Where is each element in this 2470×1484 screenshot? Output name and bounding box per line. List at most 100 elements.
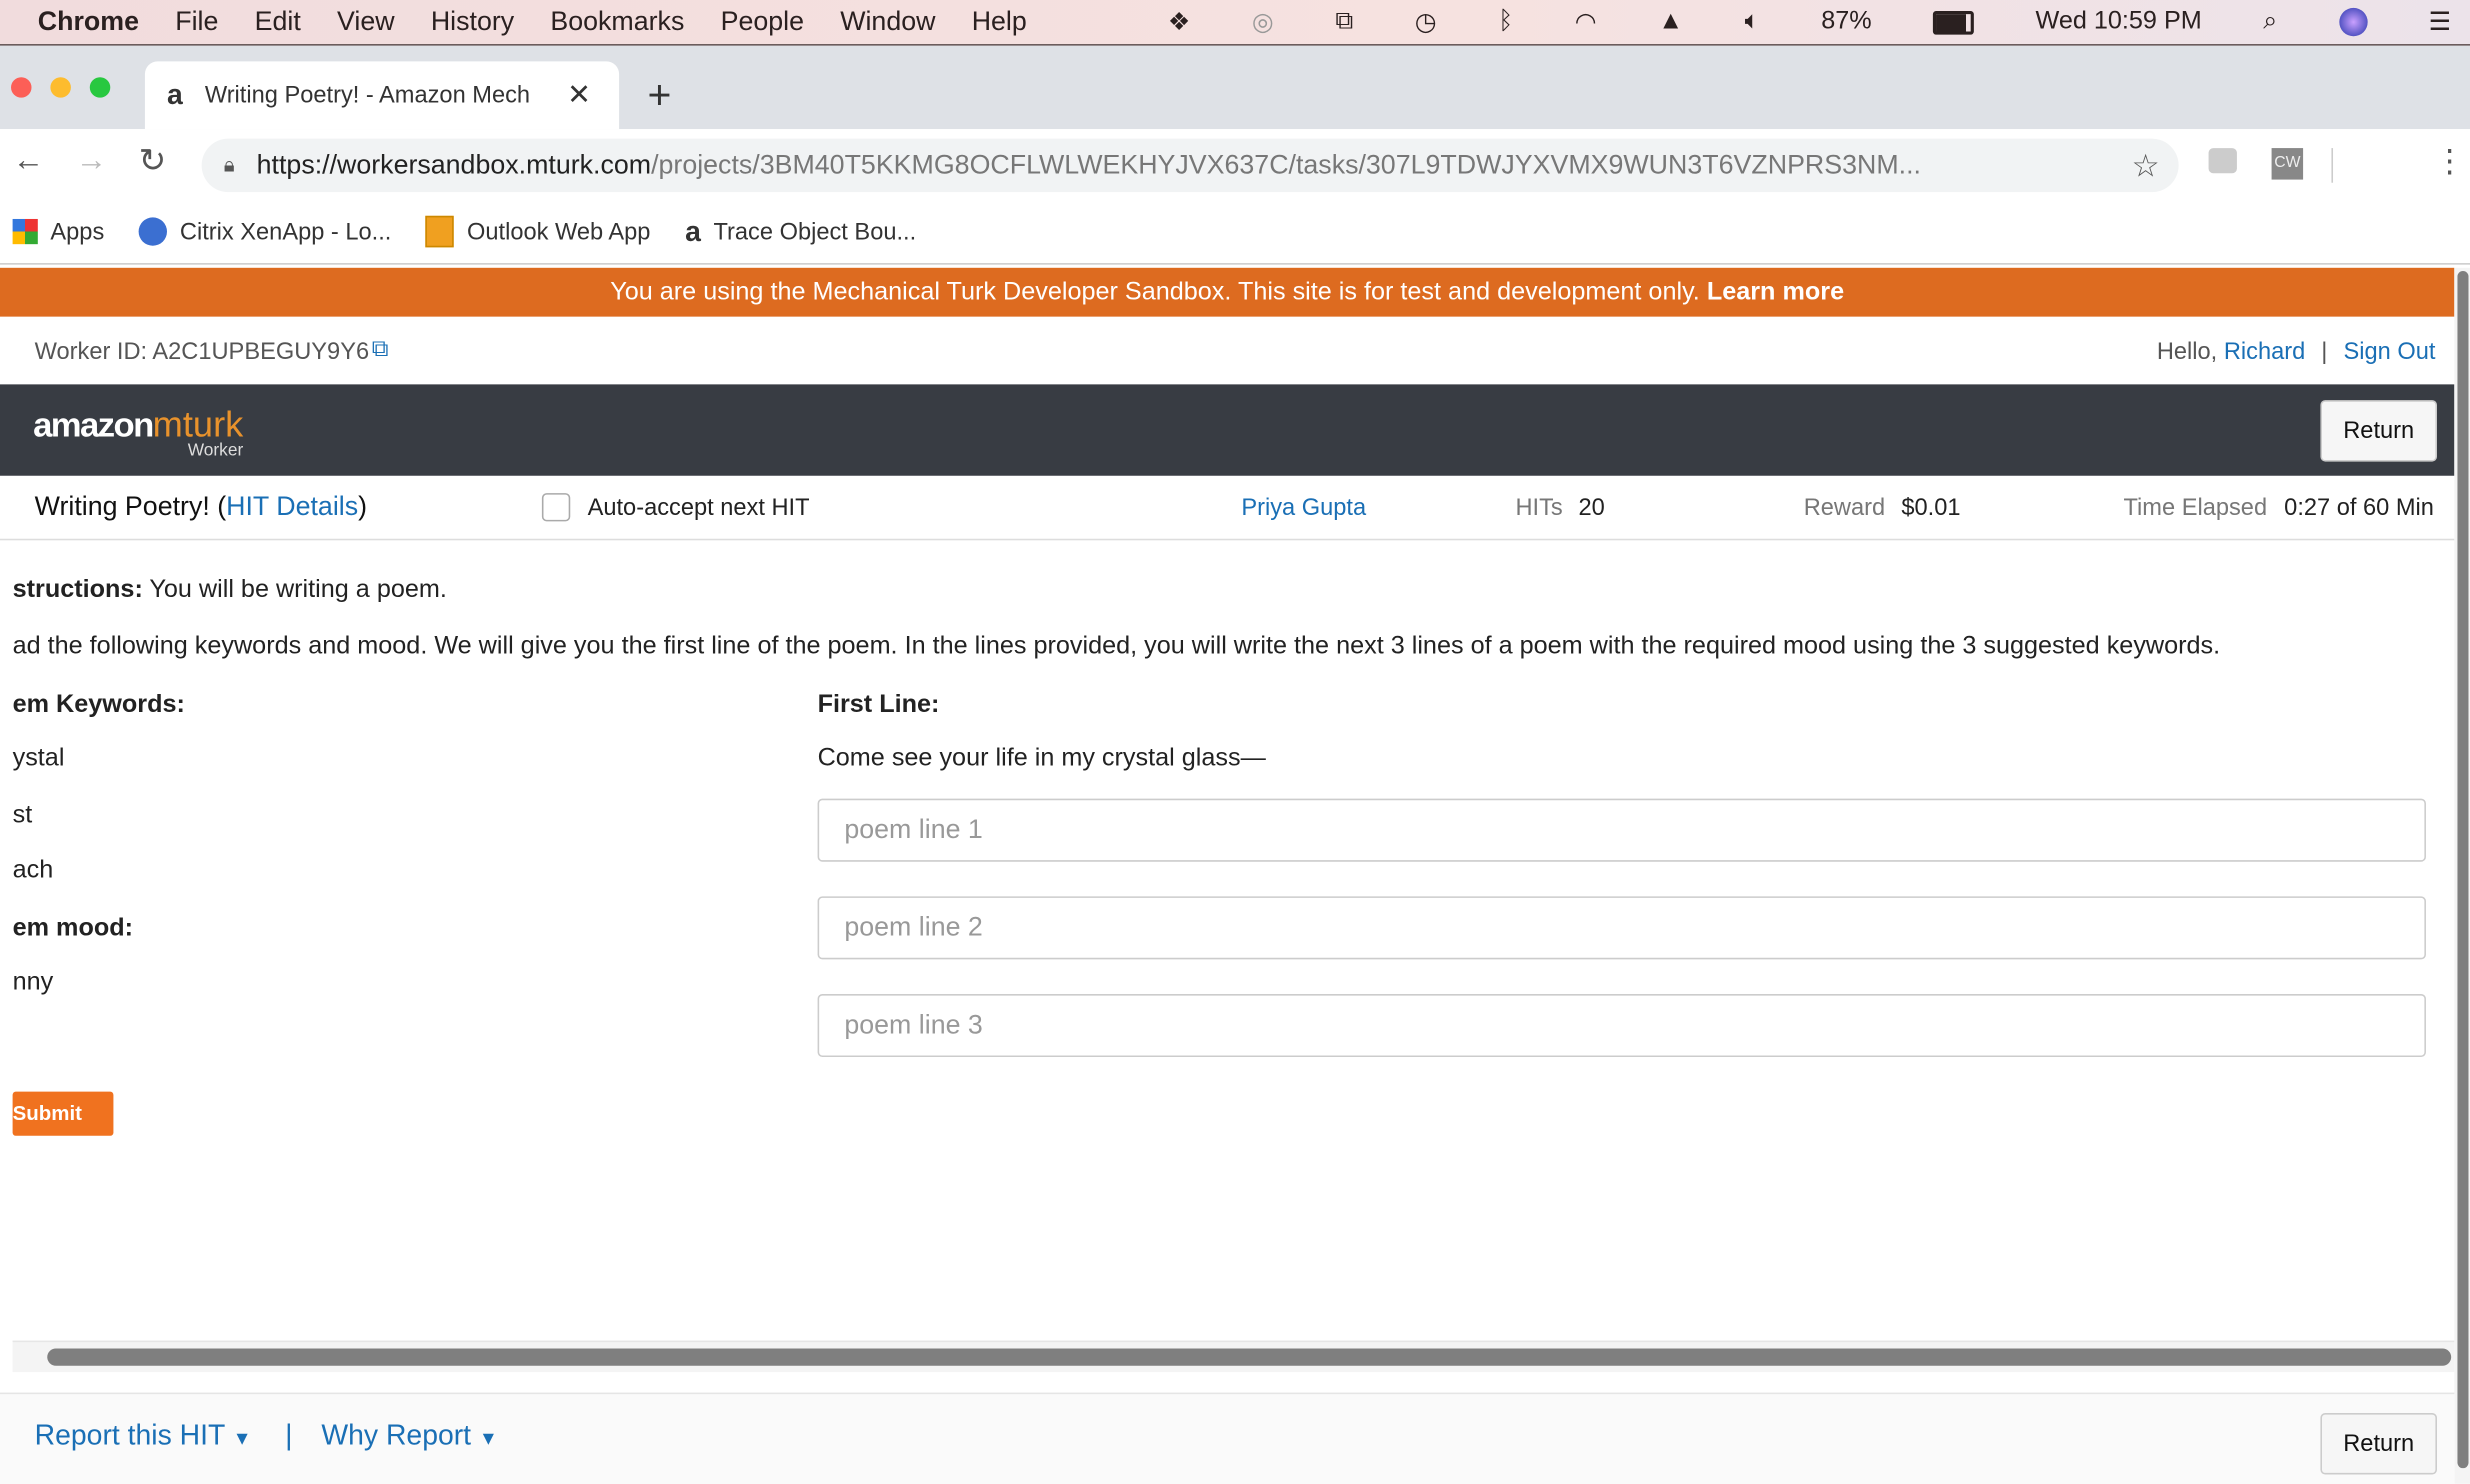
keyword: ystal (12, 745, 65, 772)
volume-icon[interactable]: 🔈︎ (1745, 8, 1760, 36)
menu-view[interactable]: View (337, 6, 395, 38)
bookmark-label: Trace Object Bou... (713, 218, 917, 245)
instructions-label: structions: (12, 576, 143, 604)
outlook-icon (426, 215, 455, 248)
menu-edit[interactable]: Edit (255, 6, 301, 38)
why-label: Why Report (321, 1419, 472, 1451)
reward-label: Reward (1803, 493, 1886, 521)
keywords-label: em Keywords: (12, 691, 185, 719)
worker-id: Worker ID: A2C1UPBEGUY9Y6 (34, 338, 370, 366)
bookmark-apps[interactable]: Apps (12, 218, 105, 245)
first-line-label: First Line: (817, 691, 940, 719)
keyword: st (12, 801, 33, 829)
hit-title-text: Writing Poetry! ( (34, 491, 227, 522)
reward-value: $0.01 (1901, 493, 1961, 521)
caret-down-icon: ▼ (232, 1427, 252, 1450)
amazon-favicon-icon: a (685, 215, 701, 247)
divider: | (285, 1419, 293, 1451)
first-line-text: Come see your life in my crystal glass— (817, 745, 1266, 772)
tab-bar: a Writing Poetry! - Amazon Mech ✕ + (0, 45, 2470, 130)
scrollbar-thumb[interactable] (2457, 270, 2469, 1469)
sign-out-link[interactable]: Sign Out (2343, 339, 2435, 366)
back-icon[interactable]: ← (13, 143, 45, 179)
wifi-icon[interactable]: ◠ (1575, 6, 1597, 38)
extension-icon[interactable] (2208, 148, 2237, 174)
browser-tab[interactable]: a Writing Poetry! - Amazon Mech ✕ (144, 61, 620, 130)
report-hit-link[interactable]: Report this HIT ▼ (35, 1419, 252, 1452)
copy-icon[interactable]: ⧉ (372, 336, 389, 363)
window-icon[interactable]: ⧉ (1335, 8, 1353, 36)
bookmarks-bar: Apps Citrix XenApp - Lo... Outlook Web A… (0, 200, 2470, 265)
maximize-window-button[interactable] (89, 77, 111, 98)
vertical-scrollbar[interactable] (2454, 267, 2470, 1484)
cw-extension-icon[interactable]: CW (2271, 148, 2304, 180)
sandbox-banner: You are using the Mechanical Turk Develo… (0, 267, 2455, 317)
time-machine-icon[interactable]: ◷ (1415, 6, 1437, 38)
forward-icon[interactable]: → (76, 143, 108, 179)
new-tab-button[interactable]: + (647, 71, 671, 120)
banner-text: You are using the Mechanical Turk Develo… (610, 278, 1707, 306)
auto-accept-label[interactable]: Auto-accept next HIT (588, 494, 810, 521)
creative-cloud-icon[interactable]: ◎ (1252, 6, 1274, 38)
divider: | (2321, 338, 2328, 366)
close-tab-icon[interactable]: ✕ (567, 79, 591, 112)
reload-icon[interactable]: ↻ (139, 142, 167, 181)
menu-window[interactable]: Window (840, 6, 935, 38)
hits-label: HITs (1515, 493, 1563, 521)
poem-line-2-input[interactable] (817, 896, 2426, 960)
mturk-logo[interactable]: amazonmturk Worker (33, 403, 243, 460)
minimize-window-button[interactable] (50, 77, 71, 98)
battery-percent: 87% (1821, 7, 1872, 35)
menu-people[interactable]: People (721, 6, 804, 38)
menu-bookmarks[interactable]: Bookmarks (550, 6, 684, 38)
learn-more-link[interactable]: Learn more (1707, 279, 1844, 306)
close-window-button[interactable] (11, 77, 32, 98)
url-host: https://workersandbox.mturk.com (256, 149, 652, 180)
siri-icon[interactable] (2338, 7, 2368, 37)
url-path: /projects/3BM40T5KKMG8OCFLWLWEKHYJVX637C… (651, 149, 1922, 180)
horizontal-scrollbar[interactable] (12, 1340, 2455, 1373)
bluetooth-icon[interactable]: ᛒ (1498, 8, 1513, 36)
return-button[interactable]: Return (2320, 400, 2437, 462)
address-toolbar: ← → ↻ 🔒︎ https://workersandbox.mturk.com… (0, 129, 2470, 201)
scrollbar-thumb[interactable] (47, 1348, 2452, 1366)
battery-icon[interactable] (1933, 10, 1975, 34)
bookmark-label: Apps (50, 218, 105, 245)
mturk-header: amazonmturk Worker Return (0, 384, 2455, 476)
logo-mturk: mturk (152, 403, 244, 445)
poem-line-1-input[interactable] (817, 798, 2426, 862)
why-report-link[interactable]: Why Report ▼ (321, 1419, 497, 1452)
bookmark-label: Citrix XenApp - Lo... (179, 218, 392, 245)
poem-line-3-input[interactable] (817, 994, 2426, 1058)
menu-help[interactable]: Help (972, 6, 1027, 38)
clock[interactable]: Wed 10:59 PM (2036, 8, 2202, 36)
user-name-link[interactable]: Richard (2224, 339, 2305, 366)
time-label: Time Elapsed (2123, 493, 2268, 521)
footer-return-button[interactable]: Return (2320, 1413, 2437, 1475)
menu-file[interactable]: File (175, 6, 218, 38)
notification-center-icon[interactable]: ☰ (2429, 6, 2452, 38)
citrix-icon (138, 217, 168, 246)
airplay-icon[interactable]: ▲ (1658, 8, 1683, 36)
tab-title: Writing Poetry! - Amazon Mech (204, 81, 531, 109)
requester-link[interactable]: Priya Gupta (1241, 494, 1366, 521)
mood-label: em mood: (12, 915, 134, 943)
apps-grid-icon (12, 218, 38, 245)
spotlight-icon[interactable]: ⌕ (2263, 8, 2277, 36)
bookmark-trace[interactable]: a Trace Object Bou... (685, 215, 916, 248)
account-bar: Worker ID: A2C1UPBEGUY9Y6 ⧉ Hello, Richa… (0, 317, 2454, 385)
hit-details-link[interactable]: HIT Details (226, 491, 358, 521)
bookmark-outlook[interactable]: Outlook Web App (426, 215, 650, 248)
bookmark-citrix[interactable]: Citrix XenApp - Lo... (138, 217, 392, 246)
submit-button[interactable]: Submit (12, 1091, 114, 1136)
dropbox-icon[interactable]: ❖ (1168, 6, 1191, 38)
report-label: Report this HIT (34, 1419, 225, 1451)
menu-app[interactable]: Chrome (38, 6, 139, 38)
chrome-menu-icon[interactable]: ⋮ (2434, 142, 2466, 181)
instructions-text: You will be writing a poem. (142, 576, 447, 604)
mac-menubar: Chrome File Edit View History Bookmarks … (0, 0, 2470, 46)
auto-accept-checkbox[interactable] (541, 493, 571, 522)
bookmark-star-icon[interactable]: ☆ (2131, 146, 2159, 185)
url-bar[interactable]: 🔒︎ https://workersandbox.mturk.com/proje… (201, 138, 2179, 193)
menu-history[interactable]: History (431, 6, 514, 38)
